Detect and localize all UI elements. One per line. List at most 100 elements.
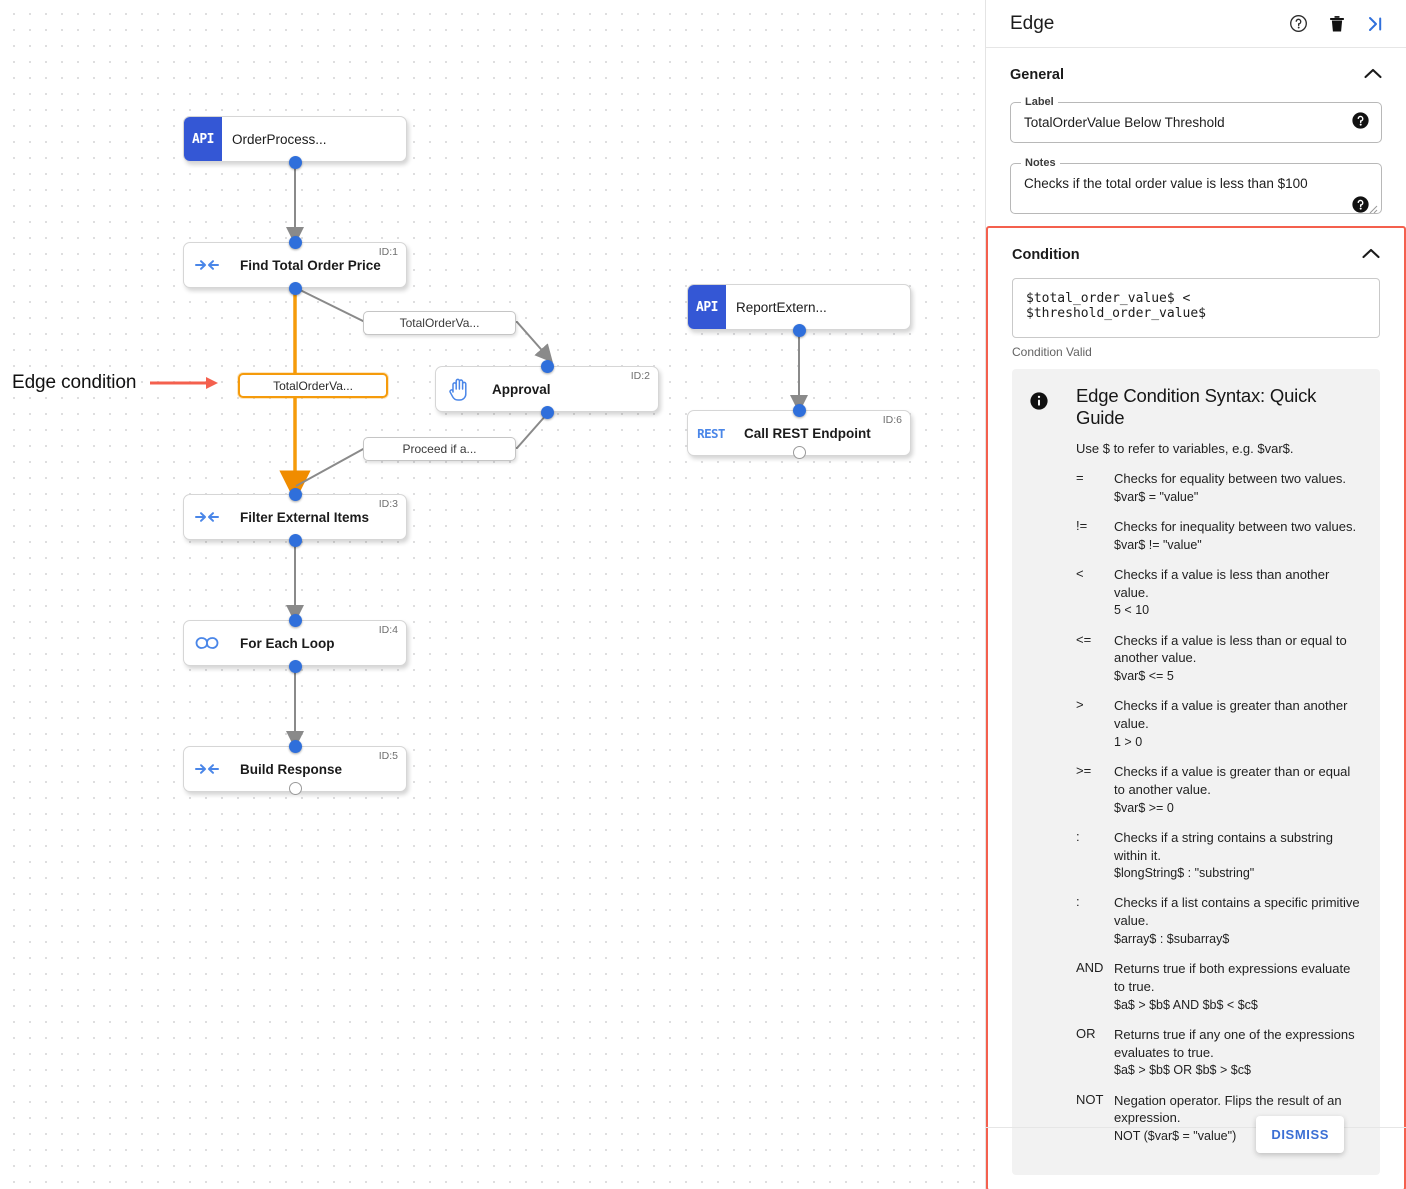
node-output-port[interactable] (289, 282, 302, 295)
node-output-port[interactable] (289, 534, 302, 547)
node-title: For Each Loop (240, 635, 335, 651)
node-id-tag: ID:1 (378, 246, 398, 258)
operator-description: Checks for inequality between two values… (1114, 518, 1362, 554)
edge-label-text: TotalOrderVa... (273, 378, 353, 393)
operator-symbol: >= (1076, 763, 1092, 778)
condition-section-header[interactable]: Condition (1005, 228, 1387, 274)
operator-example: $var$ <= 5 (1114, 669, 1174, 684)
node-title: Call REST Endpoint (744, 425, 871, 441)
node-id-tag: ID:4 (378, 624, 398, 636)
operator-symbol: > (1076, 697, 1084, 713)
api-badge: API (688, 285, 726, 329)
node-title: Approval (492, 381, 551, 397)
node-title: Filter External Items (240, 509, 370, 525)
node-title: OrderProcess... (232, 131, 327, 147)
notes-help-icon[interactable] (1352, 196, 1369, 218)
operator-description: Checks if a string contains a substring … (1114, 829, 1362, 883)
converge-arrows-icon (184, 762, 230, 776)
operator-example: 1 > 0 (1114, 734, 1143, 749)
node-output-port[interactable] (289, 660, 302, 673)
node-output-port[interactable] (793, 324, 806, 337)
operator-list: = Checks for equality between two values.… (1076, 470, 1362, 1145)
chevron-up-icon[interactable] (1362, 246, 1380, 264)
operator-symbol: OR (1076, 1025, 1096, 1041)
node-output-port-empty[interactable] (793, 446, 806, 459)
help-circle-icon[interactable] (1289, 14, 1308, 33)
node-id-tag: ID:2 (630, 370, 650, 382)
node-input-port[interactable] (289, 488, 302, 501)
operator-symbol: = (1076, 470, 1084, 485)
node-title: Build Response (240, 761, 343, 777)
node-input-port[interactable] (289, 740, 302, 753)
node-output-port[interactable] (289, 156, 302, 169)
operator-row: < Checks if a value is less than another … (1076, 566, 1362, 620)
trash-icon[interactable] (1328, 14, 1346, 33)
operator-description: Checks for equality between two values. $… (1114, 470, 1362, 506)
guide-title: Edge Condition Syntax: Quick Guide (1076, 385, 1317, 428)
condition-section: Condition $total_order_value$ < $thresho… (986, 226, 1406, 1189)
operator-row: : Checks if a string contains a substring… (1076, 829, 1362, 883)
label-field[interactable]: Label TotalOrderValue Below Threshold (1010, 96, 1382, 143)
edge-label-total-order-value-upper[interactable]: TotalOrderVa... (363, 311, 516, 335)
operator-symbol: < (1076, 565, 1084, 581)
panel-footer: DISMISS (986, 1116, 1406, 1189)
operator-example: $array$ : $subarray$ (1114, 932, 1230, 947)
condition-expression-input[interactable]: $total_order_value$ < $threshold_order_v… (1012, 278, 1380, 338)
annotation-arrow-icon (150, 377, 219, 389)
operator-symbol: != (1076, 517, 1088, 533)
collapse-panel-icon[interactable] (1366, 15, 1386, 33)
notes-field-legend: Notes (1021, 157, 1060, 169)
node-title: ReportExtern... (736, 299, 827, 315)
hand-approval-icon (436, 377, 482, 401)
edge-label-total-order-value-selected[interactable]: TotalOrderVa... (238, 373, 388, 398)
operator-row: OR Returns true if any one of the express… (1076, 1026, 1362, 1080)
operator-example: $var$ >= 0 (1114, 800, 1174, 815)
general-section: General Label TotalOrderValue Below Thre… (986, 48, 1406, 214)
label-field-legend: Label (1021, 96, 1058, 108)
operator-description: Returns true if both expressions evaluat… (1114, 960, 1362, 1014)
edge-label-text: TotalOrderVa... (399, 316, 480, 330)
node-output-port[interactable] (541, 406, 554, 419)
operator-row: = Checks for equality between two values.… (1076, 470, 1362, 506)
operator-example: $var$ = "value" (1114, 489, 1199, 504)
dismiss-button[interactable]: DISMISS (1256, 1116, 1344, 1153)
workflow-canvas[interactable]: Edge condition API OrderProcess... Find … (0, 0, 985, 1189)
rest-badge-icon: REST (688, 426, 734, 441)
edge-label-proceed-if-approved[interactable]: Proceed if a... (363, 437, 516, 461)
node-title: Find Total Order Price (240, 257, 381, 273)
notes-field-value[interactable]: Checks if the total order value is less … (1011, 164, 1381, 213)
node-id-tag: ID:6 (882, 414, 902, 426)
node-input-port[interactable] (289, 236, 302, 249)
node-id-tag: ID:5 (378, 750, 398, 762)
label-field-value[interactable]: TotalOrderValue Below Threshold (1011, 103, 1381, 142)
node-id-tag: ID:3 (378, 498, 398, 510)
node-output-port-empty[interactable] (289, 782, 302, 795)
operator-example: $var$ != "value" (1114, 537, 1202, 552)
api-badge: API (184, 117, 222, 161)
node-input-port[interactable] (793, 404, 806, 417)
operator-description: Checks if a value is greater than or equ… (1114, 763, 1362, 817)
node-input-port[interactable] (289, 614, 302, 627)
edge-properties-panel: Edge General Label TotalOrderValue Below… (985, 0, 1406, 1189)
operator-symbol: <= (1076, 631, 1092, 647)
operator-row: : Checks if a list contains a specific pr… (1076, 894, 1362, 948)
chevron-up-icon[interactable] (1364, 66, 1382, 84)
operator-example: 5 < 10 (1114, 603, 1150, 618)
label-help-icon[interactable] (1352, 111, 1369, 134)
operator-row: <= Checks if a value is less than or equa… (1076, 632, 1362, 686)
operator-row: != Checks for inequality between two valu… (1076, 518, 1362, 554)
info-icon (1030, 385, 1076, 1157)
rest-badge-text: REST (697, 425, 725, 441)
operator-example: $a$ > $b$ AND $b$ < $c$ (1114, 997, 1258, 1012)
node-input-port[interactable] (541, 360, 554, 373)
operator-description: Checks if a value is greater than anothe… (1114, 697, 1362, 751)
operator-symbol: : (1076, 894, 1080, 910)
notes-field[interactable]: Notes Checks if the total order value is… (1010, 157, 1382, 214)
operator-row: > Checks if a value is greater than anoth… (1076, 697, 1362, 751)
operator-row: AND Returns true if both expressions eval… (1076, 960, 1362, 1014)
converge-arrows-icon (184, 510, 230, 524)
notes-resize-handle[interactable] (1368, 201, 1378, 214)
annotation-label: Edge condition (12, 372, 137, 393)
general-section-header[interactable]: General (1003, 48, 1389, 94)
operator-description: Checks if a value is less than or equal … (1114, 632, 1362, 686)
